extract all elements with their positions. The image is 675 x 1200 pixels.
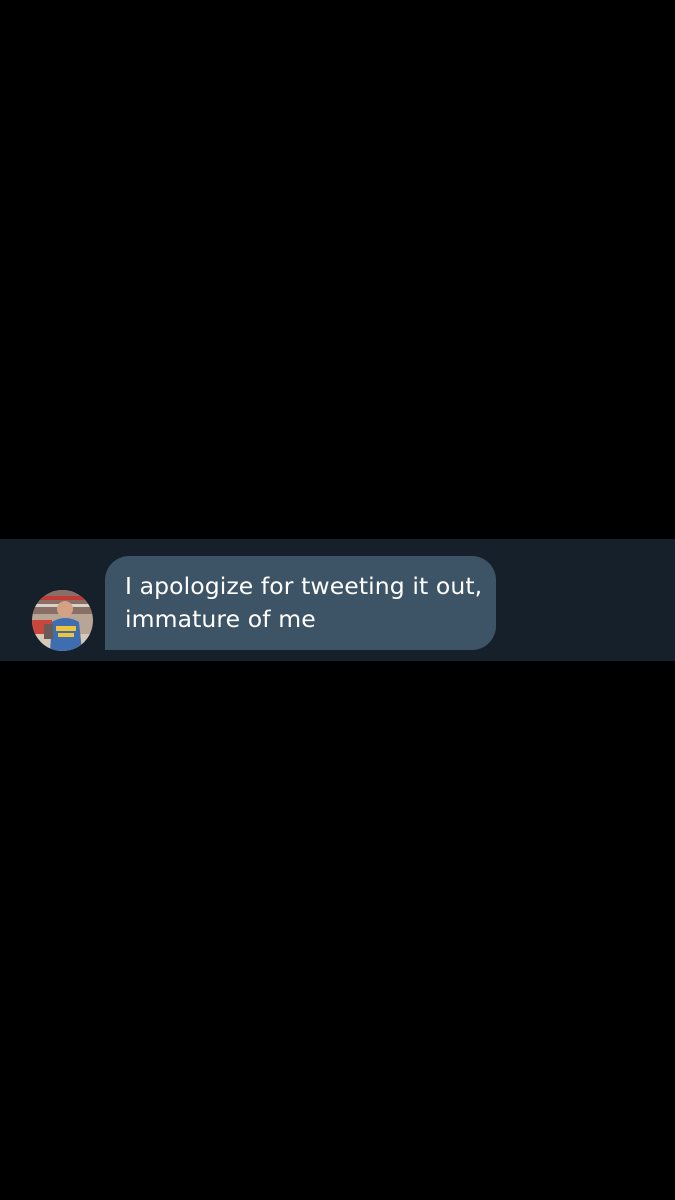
message-text-line-2: immature of me bbox=[125, 605, 316, 633]
message-text-line-1: I apologize for tweeting it out, bbox=[125, 572, 483, 600]
user-photo-icon bbox=[32, 590, 93, 651]
sender-avatar[interactable] bbox=[32, 590, 93, 651]
message-bubble[interactable]: I apologize for tweeting it out, immatur… bbox=[105, 556, 496, 650]
message-row: I apologize for tweeting it out, immatur… bbox=[0, 539, 675, 661]
